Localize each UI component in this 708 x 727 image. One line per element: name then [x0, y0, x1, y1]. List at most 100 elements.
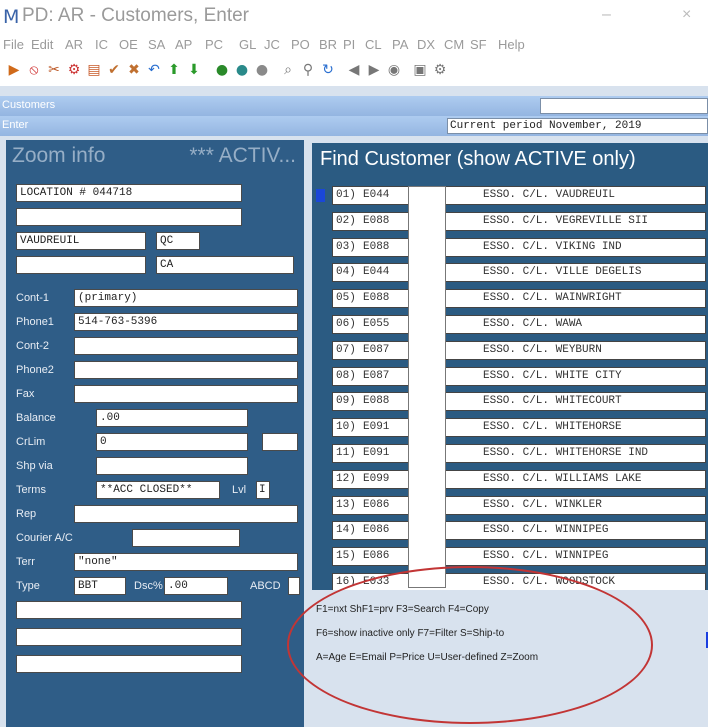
menu-file[interactable]: File	[3, 37, 24, 52]
extra-field-2[interactable]	[16, 628, 242, 646]
find-customer-header: Find Customer (show ACTIVE only)	[312, 143, 708, 179]
phone1-field[interactable]: 514-763-5396	[74, 313, 298, 331]
menu-pa[interactable]: PA	[392, 37, 408, 52]
customer-row[interactable]: 15) E086 ESSO. C/L. WINNIPEG	[332, 547, 706, 567]
circle-teal-icon[interactable]: ●	[234, 62, 250, 78]
terms-field[interactable]: **ACC CLOSED**	[96, 481, 220, 499]
function-keys: F1=nxt ShF1=prv F3=Search F4=Copy F6=sho…	[312, 590, 708, 727]
customer-row[interactable]: 12) E099 ESSO. C/L. WILLIAMS LAKE	[332, 469, 706, 489]
row-code: E044	[363, 189, 390, 201]
customer-row[interactable]: 03) E088 ESSO. C/L. VIKING IND	[332, 237, 706, 257]
customer-row[interactable]: 02) E088 ESSO. C/L. VEGREVILLE SII	[332, 211, 706, 231]
fax-field[interactable]	[74, 385, 298, 403]
printer-icon[interactable]: ▣	[412, 62, 428, 78]
crlim-field[interactable]: 0	[96, 433, 248, 451]
cross-icon[interactable]: ✖	[126, 62, 142, 78]
magnifier-icon[interactable]: ⚲	[300, 62, 316, 78]
phone2-field[interactable]	[74, 361, 298, 379]
abcd-field[interactable]	[288, 577, 300, 595]
rep-field[interactable]	[74, 505, 298, 523]
fax-label: Fax	[16, 388, 35, 400]
extra-field-3[interactable]	[16, 655, 242, 673]
settings-icon[interactable]: ⚙	[432, 62, 448, 78]
undo-icon[interactable]: ↶	[146, 62, 162, 78]
customer-row[interactable]: 04) E044 ESSO. C/L. VILLE DEGELIS	[332, 263, 706, 283]
row-customer-name: ESSO. C/L. WAWA	[483, 318, 583, 330]
menu-pc[interactable]: PC	[205, 37, 223, 52]
arrow-down-icon[interactable]: ⬇	[186, 62, 202, 78]
balance-field: .00	[96, 409, 248, 427]
check-icon[interactable]: ✔	[106, 62, 122, 78]
row-number: 05)	[336, 292, 356, 305]
city-field[interactable]: VAUDREUIL	[16, 232, 146, 250]
menu-sf[interactable]: SF	[470, 37, 487, 52]
menu-gl[interactable]: GL	[239, 37, 256, 52]
menu-ap[interactable]: AP	[175, 37, 192, 52]
abcd-label: ABCD	[250, 580, 281, 592]
customer-row[interactable]: 06) E055 ESSO. C/L. WAWA	[332, 315, 706, 334]
courier-field[interactable]	[132, 529, 240, 547]
prev-icon[interactable]: ◀	[346, 62, 362, 78]
arrow-up-icon[interactable]: ⬆	[166, 62, 182, 78]
rep-label: Rep	[16, 508, 37, 520]
menu-br[interactable]: BR	[319, 37, 337, 52]
country-field[interactable]: CA	[156, 256, 294, 274]
menu-help[interactable]: Help	[498, 37, 525, 52]
menu-edit[interactable]: Edit	[31, 37, 53, 52]
address2-field[interactable]	[16, 208, 242, 226]
customer-row[interactable]: 07) E087 ESSO. C/L. WEYBURN	[332, 340, 706, 360]
customer-row[interactable]: 05) E088 ESSO. C/L. WAINWRIGHT	[332, 289, 706, 309]
menu-po[interactable]: PO	[291, 37, 310, 52]
next-icon[interactable]: ▶	[366, 62, 382, 78]
menu-ar[interactable]: AR	[65, 37, 83, 52]
arrow-right-icon[interactable]: ▶	[6, 62, 22, 78]
gear-icon[interactable]: ⚙	[66, 62, 82, 78]
menu-sa[interactable]: SA	[148, 37, 165, 52]
phone2-label: Phone2	[16, 364, 54, 376]
customer-row[interactable]: 13) E086 ESSO. C/L. WINKLER	[332, 495, 706, 515]
customer-row[interactable]: 11) E091 ESSO. C/L. WHITEHORSE IND	[332, 444, 706, 463]
refresh-icon[interactable]: ↻	[320, 62, 336, 78]
row-customer-name: ESSO. C/L. VAUDREUIL	[483, 189, 616, 201]
customer-row[interactable]: 10) E091 ESSO. C/L. WHITEHORSE	[332, 418, 706, 438]
minimize-button[interactable]: –	[602, 6, 611, 24]
type-field[interactable]: BBT	[74, 577, 126, 595]
bell-icon[interactable]: ◉	[386, 62, 402, 78]
crlim-extra-field[interactable]	[262, 433, 298, 451]
terr-field[interactable]: "none"	[74, 553, 298, 571]
row-customer-name: ESSO. C/L. WINNIPEG	[483, 524, 609, 537]
address1-field[interactable]: LOCATION # 044718	[16, 184, 242, 202]
app-logo-icon: M	[3, 6, 20, 28]
menu-pi[interactable]: PI	[343, 37, 355, 52]
row-number: 01)	[336, 189, 356, 201]
dsc-field[interactable]: .00	[164, 577, 228, 595]
customer-row[interactable]: 14) E086 ESSO. C/L. WINNIPEG	[332, 521, 706, 541]
shipvia-field[interactable]	[96, 457, 248, 475]
cont2-field[interactable]	[74, 337, 298, 355]
zip-field[interactable]	[16, 256, 146, 274]
lvl-field[interactable]: I	[256, 481, 270, 499]
menu-oe[interactable]: OE	[119, 37, 138, 52]
menu-jc[interactable]: JC	[264, 37, 280, 52]
no-entry-icon[interactable]: ⦸	[26, 62, 42, 78]
zoom-info-panel: Zoom info *** ACTIV... LOCATION # 044718…	[6, 140, 304, 727]
window-title: PD: AR - Customers, Enter	[22, 5, 250, 26]
menu-cl[interactable]: CL	[365, 37, 382, 52]
state-field[interactable]: QC	[156, 232, 200, 250]
circle-green-icon[interactable]: ●	[214, 62, 230, 78]
customer-row[interactable]: 01) E044 ESSO. C/L. VAUDREUIL	[332, 186, 706, 205]
fkey-line-3: A=Age E=Email P=Price U=User-defined Z=Z…	[316, 652, 539, 663]
cont1-field[interactable]: (primary)	[74, 289, 298, 307]
extra-field-1[interactable]	[16, 601, 242, 619]
menu-ic[interactable]: IC	[95, 37, 108, 52]
clipboard-icon[interactable]: ▤	[86, 62, 102, 78]
close-button[interactable]: ×	[682, 6, 691, 24]
menu-cm[interactable]: CM	[444, 37, 464, 52]
binoculars-icon[interactable]: ⌕	[280, 62, 296, 78]
customer-row[interactable]: 09) E088 ESSO. C/L. WHITECOURT	[332, 392, 706, 412]
circle-gray-icon[interactable]: ●	[254, 62, 270, 78]
menu-dx[interactable]: DX	[417, 37, 435, 52]
customer-row[interactable]: 08) E087 ESSO. C/L. WHITE CITY	[332, 366, 706, 386]
scissors-icon[interactable]: ✂	[46, 62, 62, 78]
cont1-label: Cont-1	[16, 292, 50, 304]
